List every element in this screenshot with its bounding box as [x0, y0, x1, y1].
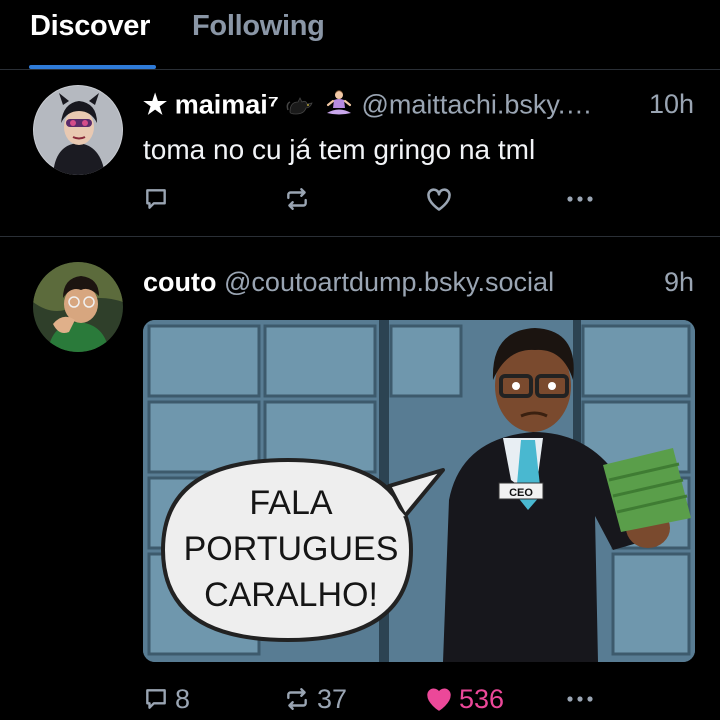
repost-count: 37: [317, 683, 348, 714]
heart-outline-icon: [427, 188, 451, 211]
reply-button[interactable]: 8: [143, 681, 190, 717]
avatar[interactable]: [33, 85, 123, 175]
post-actions: 8 37 536: [143, 681, 603, 717]
reply-button[interactable]: [143, 181, 175, 217]
tab-discover[interactable]: Discover: [30, 10, 150, 43]
feed-post[interactable]: ★ maimai⁷ @maittachi.bsky.… 10h toma no …: [0, 70, 720, 237]
post-image[interactable]: CEO FALA PORTUGUES CARALHO!: [143, 320, 695, 662]
display-name[interactable]: couto: [143, 267, 217, 297]
more-dots-icon: [567, 196, 593, 202]
feed-post[interactable]: couto @coutoartdump.bsky.social 9h CEO F…: [0, 238, 720, 720]
active-tab-indicator: [29, 65, 156, 69]
more-dots-icon: [567, 696, 593, 702]
heart-filled-icon: [427, 688, 451, 711]
tab-following[interactable]: Following: [192, 10, 325, 43]
repost-button[interactable]: 37: [283, 681, 347, 717]
ceo-badge-text: CEO: [509, 487, 533, 499]
reply-icon: [146, 689, 166, 709]
post-actions: [143, 181, 603, 217]
post-timestamp[interactable]: 10h: [649, 88, 694, 120]
speech-bubble-line-2: PORTUGUES: [184, 530, 399, 568]
avatar[interactable]: [33, 262, 123, 352]
reply-icon: [146, 189, 166, 209]
display-name[interactable]: ★ maimai⁷: [143, 90, 279, 120]
speech-bubble-line-3: CARALHO!: [204, 576, 378, 614]
post-header: ★ maimai⁷ @maittachi.bsky.… 10h: [143, 88, 694, 125]
post-text: toma no cu já tem gringo na tml: [143, 134, 536, 165]
speech-bubble-line-1: FALA: [249, 484, 332, 522]
repost-icon: [287, 188, 307, 210]
author-handle[interactable]: @maittachi.bsky.…: [361, 90, 592, 120]
like-button[interactable]: [425, 181, 459, 217]
repost-button[interactable]: [283, 181, 317, 217]
black-cat-icon: [286, 90, 316, 123]
author-handle[interactable]: @coutoartdump.bsky.social: [224, 267, 554, 297]
more-options-button[interactable]: [565, 181, 595, 217]
person-in-lotus-position-icon: [324, 88, 354, 125]
post-timestamp[interactable]: 9h: [664, 266, 694, 298]
like-button[interactable]: 536: [425, 681, 504, 717]
more-options-button[interactable]: [565, 681, 595, 717]
reply-count: 8: [175, 683, 191, 714]
feed-tabs: Discover Following: [0, 0, 720, 70]
post-header: couto @coutoartdump.bsky.social 9h: [143, 266, 694, 298]
like-count: 536: [459, 683, 505, 714]
repost-icon: [287, 688, 307, 710]
